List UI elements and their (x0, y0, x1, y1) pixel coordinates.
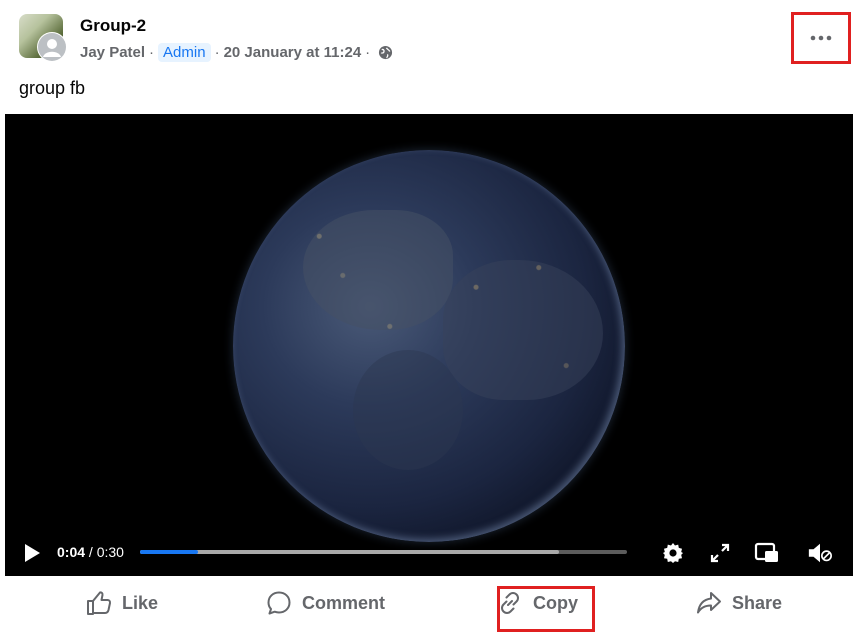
post-header: Group-2 Jay Patel · Admin · 20 January a… (0, 0, 855, 110)
fullscreen-icon[interactable] (707, 540, 733, 566)
video-controls: 0:04 / 0:30 (5, 530, 853, 576)
meta-separator: · (365, 44, 371, 61)
author-link[interactable]: Jay Patel (80, 44, 145, 61)
share-label: Share (732, 592, 783, 613)
video-player[interactable]: 0:04 / 0:30 (5, 114, 853, 576)
settings-icon[interactable] (660, 540, 686, 566)
group-avatar-stack[interactable] (19, 14, 67, 64)
like-icon (87, 591, 112, 615)
group-name-link[interactable]: Group-2 (80, 16, 146, 36)
post-timestamp[interactable]: 20 January at 11:24 (224, 44, 362, 61)
picture-in-picture-icon[interactable] (754, 540, 780, 566)
like-button[interactable]: Like (86, 588, 158, 618)
share-icon (697, 592, 721, 614)
meta-separator: · (149, 44, 155, 61)
buffered-progress (140, 550, 559, 554)
mute-icon[interactable] (807, 540, 833, 566)
copy-highlight-box (497, 586, 595, 632)
comment-button[interactable]: Comment (266, 588, 385, 618)
video-time: 0:04 / 0:30 (57, 544, 124, 560)
post-meta: Jay Patel · Admin · 20 January at 11:24 … (80, 43, 393, 62)
post-actions: Like Comment Copy Share (0, 578, 855, 634)
video-progress-bar[interactable] (140, 550, 627, 554)
comment-icon (267, 591, 291, 615)
comment-label: Comment (302, 592, 386, 613)
share-button[interactable]: Share (696, 588, 782, 618)
play-icon[interactable] (22, 542, 42, 569)
meta-separator: · (214, 44, 220, 61)
default-profile-icon (38, 33, 66, 61)
more-horizontal-icon (810, 35, 832, 41)
current-time: 0:04 (57, 544, 86, 560)
admin-badge: Admin (158, 43, 211, 62)
more-options-button[interactable] (791, 12, 851, 64)
video-frame-earth (233, 150, 625, 542)
globe-icon (378, 45, 393, 60)
post-text: group fb (19, 78, 86, 98)
like-label: Like (122, 592, 159, 613)
total-time: / 0:30 (88, 544, 124, 560)
user-avatar[interactable] (37, 32, 67, 62)
played-progress (140, 550, 199, 554)
